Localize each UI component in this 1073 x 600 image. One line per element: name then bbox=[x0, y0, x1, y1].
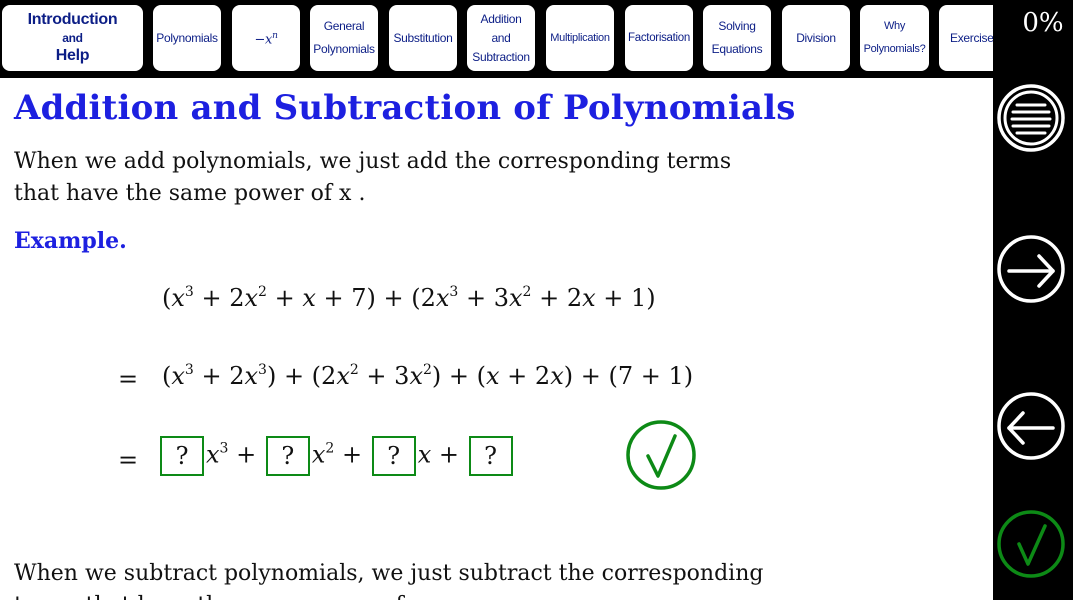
nav-polynomials-label: Polynomials bbox=[156, 30, 218, 45]
nav-factorisation[interactable]: Factorisation bbox=[625, 5, 693, 71]
nav-solving-line1: Solving bbox=[718, 19, 756, 33]
check-icon bbox=[997, 510, 1065, 578]
nav-general-line1: General bbox=[323, 19, 365, 33]
answer-input-x-coefficient[interactable]: ? bbox=[371, 436, 416, 476]
nav-solving-equations[interactable]: Solving Equations bbox=[703, 5, 771, 71]
subtraction-paragraph: When we subtract polynomials, we just su… bbox=[14, 561, 764, 600]
nav-division-label: Division bbox=[796, 30, 836, 45]
intro-paragraph: When we add polynomials, we just add the… bbox=[14, 149, 732, 206]
nav-solving-line2: Equations bbox=[711, 42, 763, 56]
nav-polynomials[interactable]: Polynomials bbox=[153, 5, 221, 71]
nav-negx-exponent: n bbox=[272, 30, 278, 41]
nav-negx-label: −xn bbox=[254, 25, 277, 51]
math-expression-grouped: (x3 + 2x3) + (2x2 + 3x2) + (x + 2x) + (7… bbox=[162, 362, 694, 390]
check-answer-button[interactable] bbox=[624, 418, 698, 492]
nav-addition-subtraction[interactable]: Addition and Subtraction bbox=[467, 5, 535, 71]
answer-input-constant[interactable]: ? bbox=[468, 436, 513, 476]
nav-exercises[interactable]: Exercises bbox=[939, 5, 993, 71]
equals-sign: = bbox=[118, 365, 139, 393]
arrow-right-icon bbox=[997, 235, 1065, 303]
check-all-button[interactable] bbox=[995, 508, 1067, 580]
equals-sign: = bbox=[118, 446, 139, 474]
nav-addition-line1: Addition bbox=[480, 11, 522, 26]
next-page-button[interactable] bbox=[995, 233, 1067, 305]
top-navigation: Introduction and Help Polynomials −xn Ge… bbox=[0, 0, 993, 78]
nav-substitution[interactable]: Substitution bbox=[389, 5, 457, 71]
answer-input-x3-coefficient[interactable]: ? bbox=[160, 436, 204, 476]
nav-addition-line2: and bbox=[491, 30, 511, 45]
main-content: Addition and Subtraction of Polynomials … bbox=[0, 78, 993, 600]
nav-why-line1: Why bbox=[883, 20, 906, 32]
example-heading: Example. bbox=[14, 228, 127, 254]
nav-addition-line3: Subtraction bbox=[472, 49, 530, 64]
nav-intro-line1: Introduction bbox=[27, 11, 118, 28]
page-title: Addition and Subtraction of Polynomials bbox=[14, 88, 796, 128]
nav-multiplication-label: Multiplication bbox=[550, 31, 610, 44]
nav-multiplication[interactable]: Multiplication bbox=[546, 5, 614, 71]
nav-general-line2: Polynomials bbox=[313, 42, 375, 56]
right-sidebar: 0% bbox=[993, 0, 1073, 600]
nav-division[interactable]: Division bbox=[782, 5, 850, 71]
nav-why-polynomials[interactable]: Why Polynomials? bbox=[860, 5, 929, 71]
previous-page-button[interactable] bbox=[995, 390, 1067, 462]
nav-general-polynomials[interactable]: General Polynomials bbox=[310, 5, 378, 71]
answer-input-x2-coefficient[interactable]: ? bbox=[265, 436, 310, 476]
nav-factorisation-label: Factorisation bbox=[628, 31, 690, 44]
nav-negx-base: −x bbox=[254, 32, 273, 48]
nav-intro-line3: Help bbox=[55, 47, 90, 64]
nav-introduction-help[interactable]: Introduction and Help bbox=[2, 5, 143, 71]
math-answer-line: ? x3 + ? x2 + ? x + ? bbox=[158, 436, 515, 476]
menu-icon bbox=[997, 84, 1065, 152]
check-icon bbox=[626, 420, 696, 490]
nav-exercises-label: Exercises bbox=[950, 30, 993, 45]
progress-percentage: 0% bbox=[1022, 8, 1064, 38]
nav-negative-x-power[interactable]: −xn bbox=[232, 5, 300, 71]
nav-intro-line2: and bbox=[62, 31, 83, 45]
nav-why-line2: Polynomials? bbox=[863, 43, 926, 55]
menu-button[interactable] bbox=[995, 82, 1067, 154]
math-expression-sum: (x3 + 2x2 + x + 7) + (2x3 + 3x2 + 2x + 1… bbox=[162, 284, 656, 312]
arrow-left-icon bbox=[997, 392, 1065, 460]
nav-substitution-label: Substitution bbox=[393, 30, 453, 45]
